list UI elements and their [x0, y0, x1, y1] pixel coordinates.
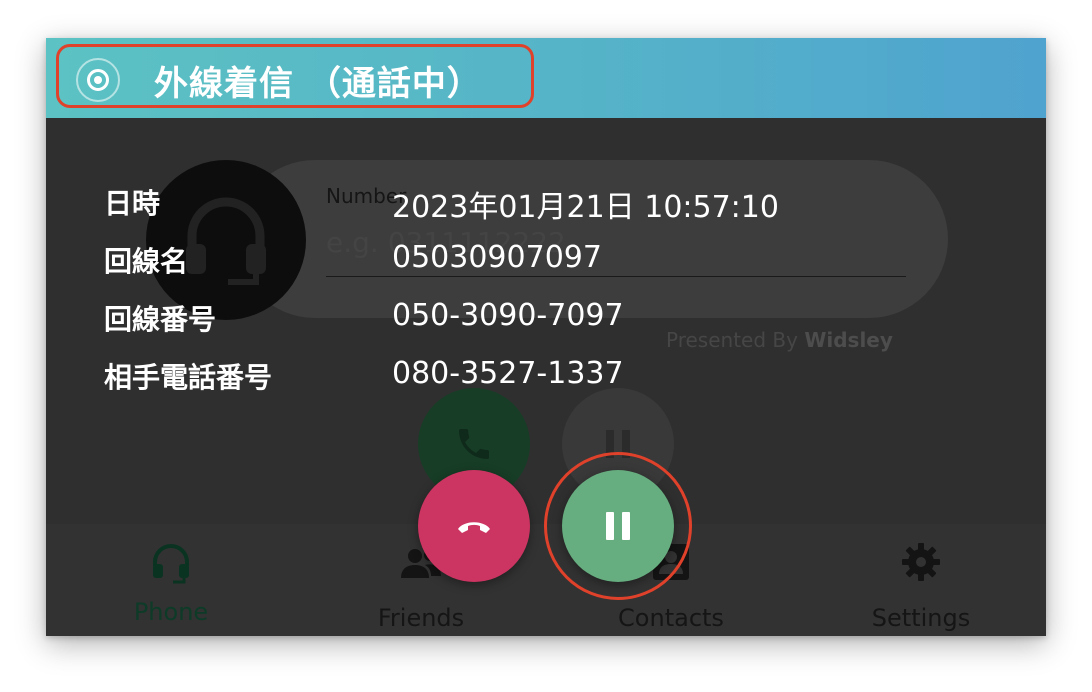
- info-value: 2023年01月21日 10:57:10: [392, 190, 779, 225]
- presented-by-label: Presented By: [666, 328, 798, 352]
- info-label: 回線番号: [104, 303, 217, 336]
- info-label: 相手電話番号: [104, 361, 273, 394]
- nav-item-phone[interactable]: Phone: [46, 524, 296, 636]
- nav-label-friends: Friends: [377, 604, 465, 632]
- headset-icon: [153, 544, 189, 584]
- title-highlight-annotation: [56, 44, 534, 108]
- nav-label-contacts: Contacts: [618, 604, 724, 632]
- hangup-button[interactable]: [418, 470, 530, 582]
- bottom-navigation: Phone Friends Contacts Settings: [46, 524, 1046, 636]
- info-value: 080-3527-1337: [392, 356, 624, 391]
- hangup-icon: [458, 522, 490, 533]
- pause-icon: [606, 512, 614, 540]
- info-value: 050-3090-7097: [392, 298, 624, 333]
- presented-by-text: Presented By Widsley: [666, 328, 893, 352]
- title-bar: 外線着信 （通話中）: [46, 38, 1046, 118]
- info-value: 05030907097: [392, 240, 602, 275]
- info-label: 日時: [104, 187, 161, 220]
- gear-icon: [902, 543, 940, 581]
- headset-icon: [186, 197, 266, 285]
- nav-item-settings[interactable]: Settings: [796, 524, 1046, 636]
- hold-button[interactable]: [562, 470, 674, 582]
- phone-icon: [459, 429, 489, 459]
- nav-label-phone: Phone: [133, 598, 209, 626]
- input-underline: [326, 276, 906, 277]
- nav-label-settings: Settings: [871, 604, 971, 632]
- info-label: 回線名: [104, 245, 189, 278]
- brand-name: Widsley: [804, 328, 893, 352]
- incoming-call-window: 外線着信 （通話中） Number e.g. 0311112222 Presen…: [46, 38, 1046, 636]
